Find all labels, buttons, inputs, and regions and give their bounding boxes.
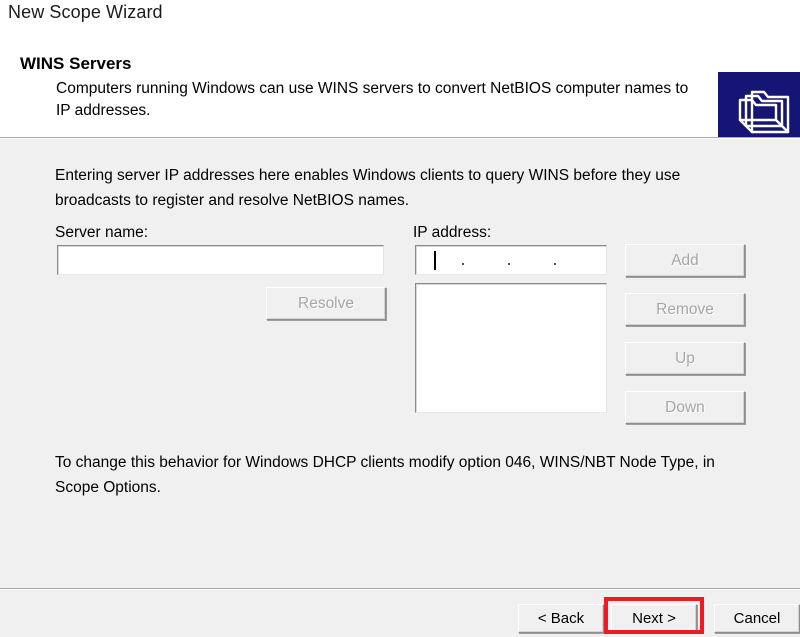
remove-button[interactable]: Remove [625, 293, 745, 326]
add-button[interactable]: Add [625, 244, 745, 277]
window-titlebar: New Scope Wizard [0, 0, 800, 32]
next-button[interactable]: Next > [611, 604, 697, 633]
page-description: Computers running Windows can use WINS s… [56, 80, 689, 119]
wins-servers-listbox[interactable] [415, 283, 607, 413]
back-button[interactable]: < Back [518, 604, 604, 633]
ip-address-input[interactable] [415, 245, 607, 275]
server-name-input[interactable] [57, 245, 384, 275]
note-text: To change this behavior for Windows DHCP… [55, 454, 715, 496]
server-name-label: Server name: [55, 224, 149, 241]
move-up-button[interactable]: Up [625, 342, 745, 375]
cancel-button[interactable]: Cancel [714, 604, 800, 633]
wizard-footer: < Back Next > Cancel [0, 590, 800, 637]
window-title: New Scope Wizard [8, 2, 163, 22]
page-title: WINS Servers [20, 54, 132, 73]
ip-address-label: IP address: [413, 224, 492, 241]
text-caret [434, 251, 436, 270]
wizard-body: Entering server IP addresses here enable… [0, 139, 800, 589]
new-scope-wizard-dialog: New Scope Wizard WINS Servers Computers … [0, 0, 800, 637]
ip-separator-dot [554, 263, 556, 265]
intro-text: Entering server IP addresses here enable… [55, 167, 681, 209]
wizard-header: WINS Servers Computers running Windows c… [0, 32, 800, 154]
ip-separator-dot [462, 263, 464, 265]
resolve-button[interactable]: Resolve [266, 287, 386, 320]
ip-separator-dot [508, 263, 510, 265]
move-down-button[interactable]: Down [625, 391, 745, 424]
